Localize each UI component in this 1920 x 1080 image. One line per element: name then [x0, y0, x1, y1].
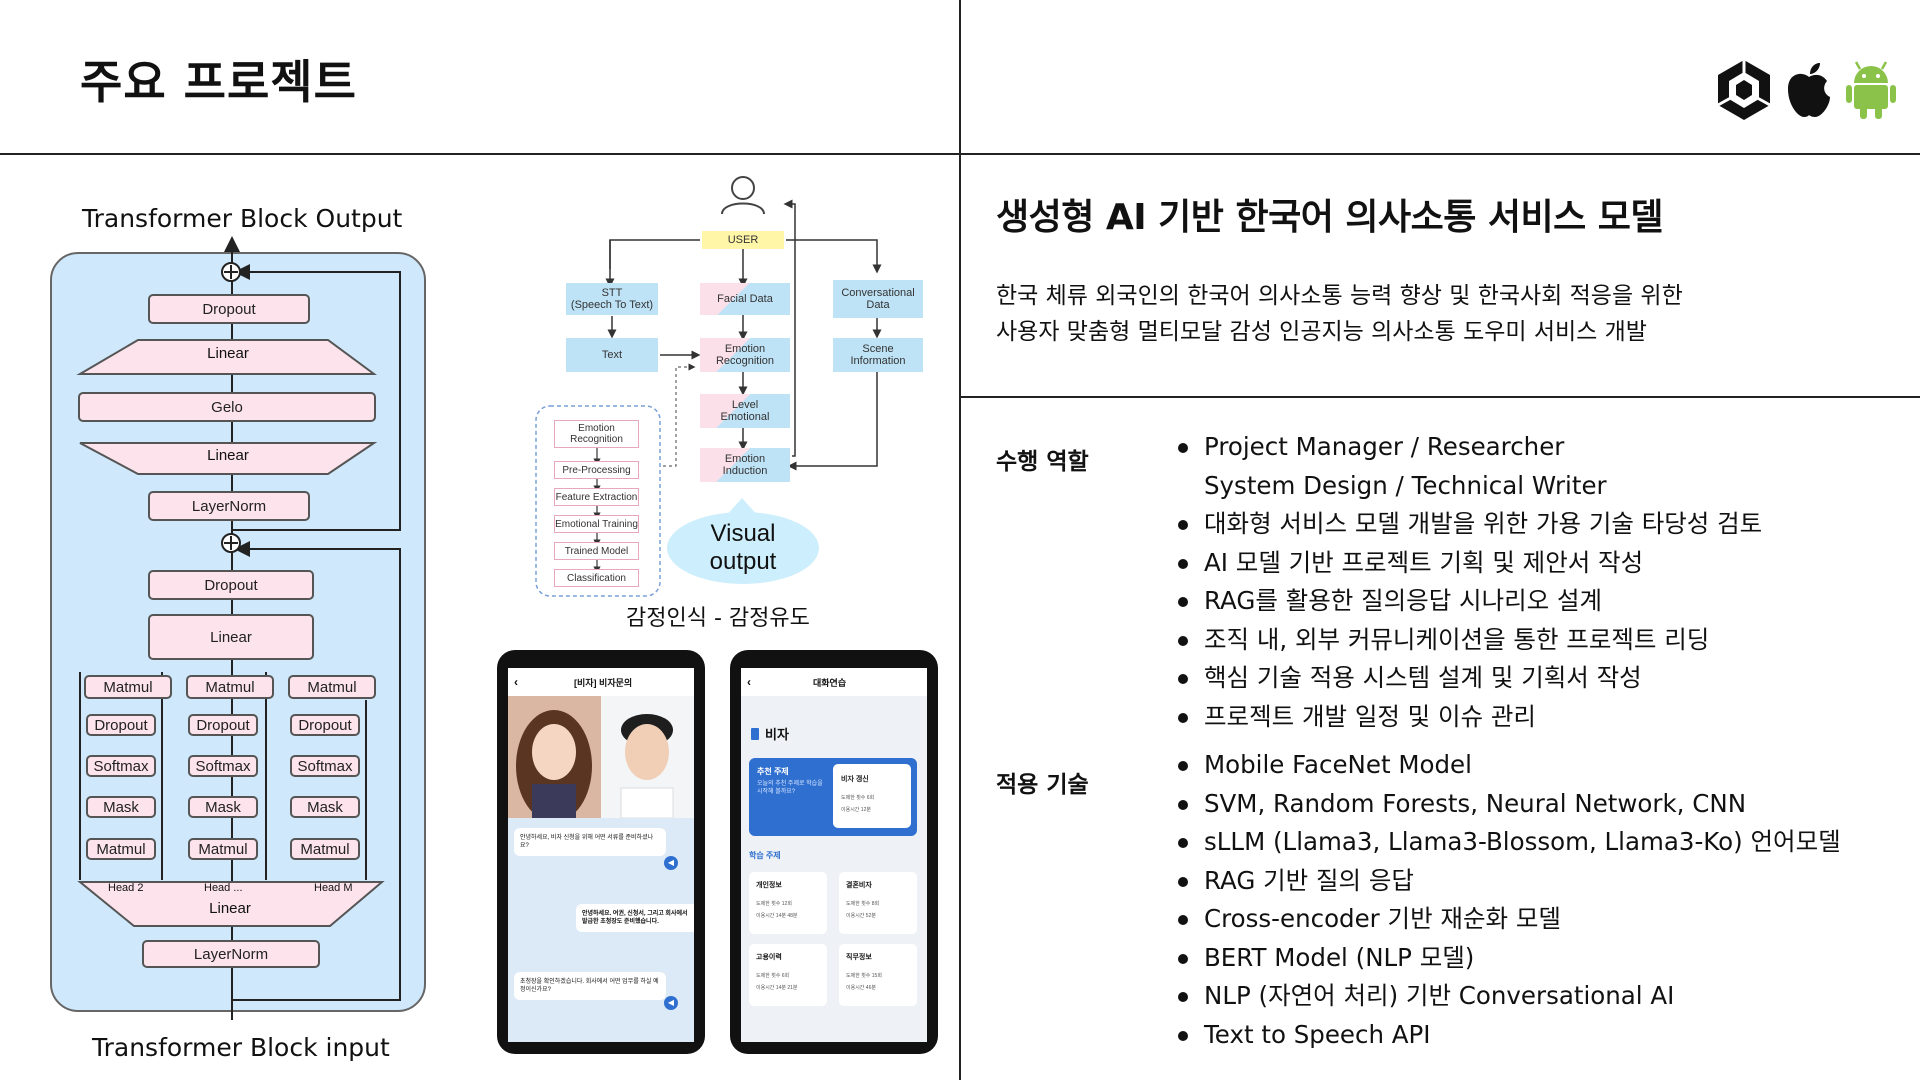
- list-item: Mobile FaceNet Model: [1172, 746, 1841, 785]
- topic-card[interactable]: 개인정보 도제한 횟수 12회 이용시간 14분 48분: [749, 872, 827, 934]
- android-icon: [1846, 61, 1896, 119]
- topic-stat: 이용시간 52분: [846, 913, 876, 919]
- list-item: Cross-encoder 기반 재순화 모델: [1172, 900, 1841, 939]
- topic-name: 개인정보: [756, 882, 782, 889]
- topic-card[interactable]: 결혼비자 도제한 횟수 8회 이용시간 52분: [839, 872, 917, 934]
- chat-header: [비자] 비자문의: [574, 677, 633, 688]
- pipeline-step: Trained Model: [554, 542, 639, 560]
- chat-bubble: 안녕하세요. 여권, 신청서, 그리고 회사에서 발급한 초청장도 준비했습니다…: [576, 904, 694, 932]
- card-text: 오늘의 추천 주제로 학습을 시작해 볼까요?: [757, 781, 823, 795]
- list-item: 핵심 기술 적용 시스템 설계 및 기획서 작성: [1172, 659, 1762, 698]
- topic-card[interactable]: 고용이력 도제한 횟수 6회 이용시간 14분 21분: [749, 944, 827, 1006]
- card-stat: 도제한 횟수 6회: [841, 795, 875, 801]
- topic-stat: 도제한 횟수 15회: [846, 973, 882, 979]
- study-label: 학습 주제: [749, 851, 781, 860]
- list-item: 조직 내, 외부 커뮤니케이션을 통한 프로젝트 리딩: [1172, 621, 1762, 660]
- roles-label: 수행 역할: [996, 449, 1089, 475]
- list-item: 프로젝트 개발 일정 및 이슈 관리: [1172, 698, 1762, 737]
- description-line: 사용자 맞춤형 멀티모달 감성 인공지능 의사소통 도우미 서비스 개발: [996, 319, 1647, 345]
- avatar: [601, 696, 694, 819]
- user-box: USER: [702, 231, 784, 249]
- project-title: 생성형 AI 기반 한국어 의사소통 서비스 모델: [996, 197, 1664, 238]
- list-item: BERT Model (NLP 모델): [1172, 939, 1841, 978]
- description-divider: [960, 396, 1920, 398]
- card-item: 비자 갱신: [841, 776, 869, 783]
- topic-name: 직무정보: [846, 954, 872, 961]
- back-icon[interactable]: ‹: [747, 675, 751, 689]
- list-item: AI 모델 기반 프로젝트 기획 및 제안서 작성: [1172, 544, 1762, 583]
- speaker-icon[interactable]: ◀: [664, 856, 678, 870]
- section-title: 비자: [765, 727, 789, 742]
- project-description: 한국 체류 외국인의 한국어 의사소통 능력 향상 및 한국사회 적응을 위한 …: [996, 278, 1683, 350]
- stt-box: STT (Speech To Text): [566, 283, 658, 315]
- flow-caption: 감정인식 - 감정유도: [626, 606, 810, 631]
- conversational-data-box: Conversational Data: [833, 280, 923, 318]
- list-item: SVM, Random Forests, Neural Network, CNN: [1172, 785, 1841, 824]
- platform-icons: [1714, 58, 1898, 122]
- pipeline-step: Emotion Recognition: [554, 420, 639, 448]
- topic-stat: 도제한 횟수 12회: [756, 901, 792, 907]
- list-item: NLP (자연어 처리) 기반 Conversational AI: [1172, 977, 1841, 1016]
- text-box: Text: [566, 338, 658, 372]
- practice-header: 대화연습: [813, 677, 847, 688]
- topic-stat: 이용시간 14분 48분: [756, 913, 798, 919]
- recommend-card[interactable]: 추천 주제 오늘의 추천 주제로 학습을 시작해 볼까요? 비자 갱신 도제한 …: [749, 758, 917, 836]
- list-item: RAG를 활용한 질의응답 시나리오 설계: [1172, 582, 1762, 621]
- list-item: RAG 기반 질의 응답: [1172, 862, 1841, 901]
- visual-output-label: Visual output: [709, 520, 777, 575]
- pipeline-step: Pre-Processing: [554, 461, 639, 479]
- topic-stat: 이용시간 46분: [846, 985, 876, 991]
- list-item: System Design / Technical Writer: [1204, 470, 1607, 500]
- speaker-icon[interactable]: ◀: [664, 996, 678, 1010]
- emotion-recognition-box: Emotion Recognition: [700, 338, 790, 372]
- back-icon[interactable]: ‹: [514, 675, 518, 689]
- roles-list: Project Manager / Researcher System Desi…: [1172, 428, 1762, 736]
- level-emotional-box: Level Emotional: [700, 394, 790, 428]
- topic-stat: 도제한 횟수 6회: [756, 973, 790, 979]
- list-item: Text to Speech API: [1172, 1016, 1841, 1055]
- topic-name: 결혼비자: [846, 882, 872, 889]
- list-item: sLLM (Llama3, Llama3-Blossom, Llama3-Ko)…: [1172, 823, 1841, 862]
- pipeline-step: Feature Extraction: [554, 488, 639, 506]
- unity-icon: [1717, 60, 1771, 120]
- tech-list: Mobile FaceNet Model SVM, Random Forests…: [1172, 746, 1841, 1054]
- list-item: Project Manager / Researcher: [1172, 428, 1762, 467]
- pipeline-step: Classification: [554, 569, 639, 587]
- topic-stat: 이용시간 14분 21분: [756, 985, 798, 991]
- apple-icon: [1788, 63, 1830, 117]
- tech-label: 적용 기술: [996, 772, 1089, 798]
- card-title: 추천 주제: [757, 767, 789, 776]
- chat-bubble: 초청장을 확인하겠습니다. 회사에서 어떤 업무를 하실 예정이신가요?: [514, 972, 666, 1000]
- topic-name: 고용이력: [756, 954, 782, 961]
- user-icon: [721, 176, 765, 215]
- chat-screen: ‹ [비자] 비자문의 안녕하세요, 비자 신청을 위해 어떤 서류를 준비하셨…: [508, 668, 694, 1042]
- topic-card[interactable]: 직무정보 도제한 횟수 15회 이용시간 46분: [839, 944, 917, 1006]
- pipeline-step: Emotional Training: [554, 515, 639, 533]
- practice-screen: ‹ 대화연습 비자 추천 주제 오늘의 추천 주제로 학습을 시작해 볼까요? …: [741, 668, 927, 1042]
- description-line: 한국 체류 외국인의 한국어 의사소통 능력 향상 및 한국사회 적응을 위한: [996, 283, 1683, 309]
- scene-information-box: Scene Information: [833, 338, 923, 372]
- emotion-induction-box: Emotion Induction: [700, 448, 790, 482]
- avatar: [508, 696, 601, 822]
- list-item: 대화형 서비스 모델 개발을 위한 가용 기술 타당성 검토: [1172, 505, 1762, 544]
- topic-stat: 도제한 횟수 8회: [846, 901, 880, 907]
- chat-bubble: 안녕하세요, 비자 신청을 위해 어떤 서류를 준비하셨나요?: [514, 828, 666, 856]
- book-icon: [751, 727, 759, 740]
- card-stat: 이용시간 12분: [841, 807, 871, 813]
- facial-data-box: Facial Data: [700, 283, 790, 315]
